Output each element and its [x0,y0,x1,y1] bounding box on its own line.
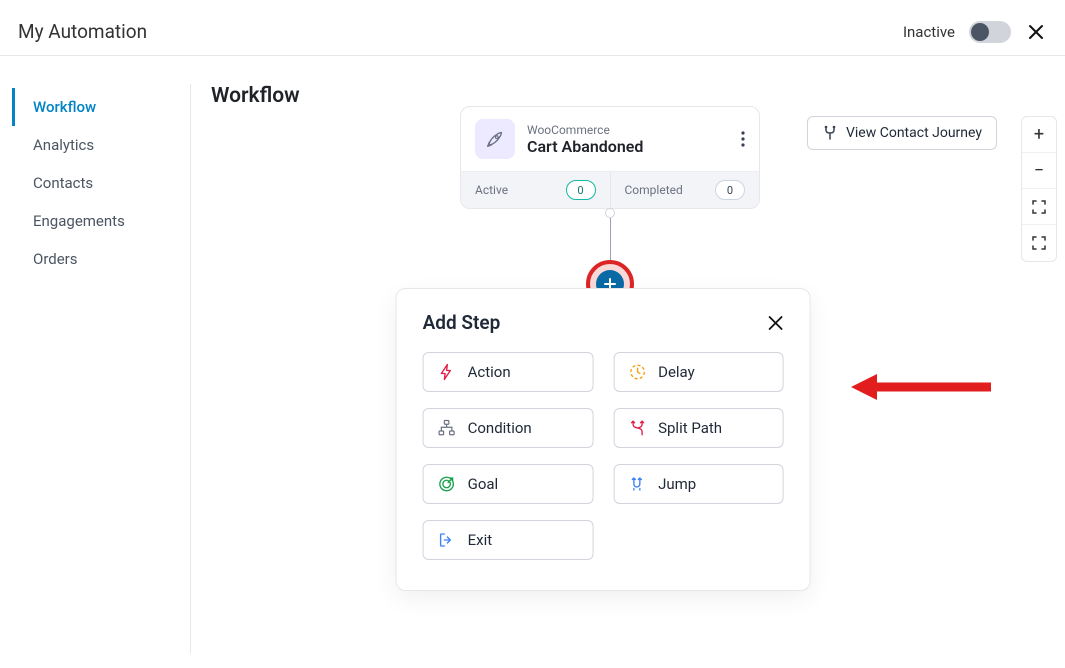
step-label: Split Path [658,419,722,437]
step-option-action[interactable]: Action [423,352,593,392]
trigger-name: Cart Abandoned [527,137,643,156]
fullscreen-icon [1032,236,1046,250]
fullscreen-button[interactable] [1022,225,1056,261]
status-label: Inactive [903,23,955,41]
sidebar-item-contacts[interactable]: Contacts [12,164,190,202]
exit-icon [438,531,456,549]
popup-close-button[interactable] [768,315,784,331]
canvas-tools: + − [1021,116,1057,262]
add-step-title: Add Step [423,311,501,334]
split-icon [628,419,646,437]
jump-icon [628,475,646,493]
step-label: Jump [658,475,696,493]
close-icon [768,315,784,331]
kebab-icon [741,131,745,147]
step-label: Action [468,363,511,381]
trigger-node[interactable]: WooCommerce Cart Abandoned Active 0 Comp… [460,106,760,209]
sidebar-item-workflow[interactable]: Workflow [12,88,190,126]
plus-icon: + [1034,124,1044,145]
minus-icon: − [1034,160,1044,181]
journey-icon [822,125,838,141]
step-label: Condition [468,419,532,437]
step-label: Goal [468,475,499,493]
fit-button[interactable] [1022,189,1056,225]
connector-line [610,218,611,264]
active-count: 0 [566,180,596,200]
condition-icon [438,419,456,437]
annotation-arrow [851,372,991,402]
step-option-delay[interactable]: Delay [613,352,784,392]
rocket-icon [475,119,515,159]
close-button[interactable] [1025,21,1047,43]
goal-icon [438,475,456,493]
step-option-goal[interactable]: Goal [423,464,593,504]
zoom-in-button[interactable]: + [1022,117,1056,153]
status-toggle[interactable] [969,21,1011,43]
view-contact-journey-button[interactable]: View Contact Journey [807,116,997,150]
trigger-category: WooCommerce [527,123,643,137]
zoom-out-button[interactable]: − [1022,153,1056,189]
fit-icon [1032,200,1046,214]
trigger-menu-button[interactable] [741,131,745,147]
step-label: Delay [658,363,695,381]
view-contact-journey-label: View Contact Journey [846,125,982,141]
completed-count: 0 [715,180,745,200]
sidebar-item-analytics[interactable]: Analytics [12,126,190,164]
step-option-condition[interactable]: Condition [423,408,593,448]
close-icon [1027,23,1045,41]
canvas-heading: Workflow [211,84,1045,108]
step-label: Exit [468,531,493,549]
connector-dot [605,208,615,218]
sidebar-item-engagements[interactable]: Engagements [12,202,190,240]
page-title: My Automation [18,20,147,43]
add-step-popup: Add Step Action Delay Condition [396,288,811,591]
sidebar: Workflow Analytics Contacts Engagements … [0,56,190,662]
step-option-split[interactable]: Split Path [613,408,784,448]
delay-icon [628,363,646,381]
sidebar-item-orders[interactable]: Orders [12,240,190,278]
step-option-jump[interactable]: Jump [613,464,784,504]
active-label: Active [475,183,508,197]
step-option-exit[interactable]: Exit [423,520,593,560]
action-icon [438,363,456,381]
completed-label: Completed [625,183,683,197]
